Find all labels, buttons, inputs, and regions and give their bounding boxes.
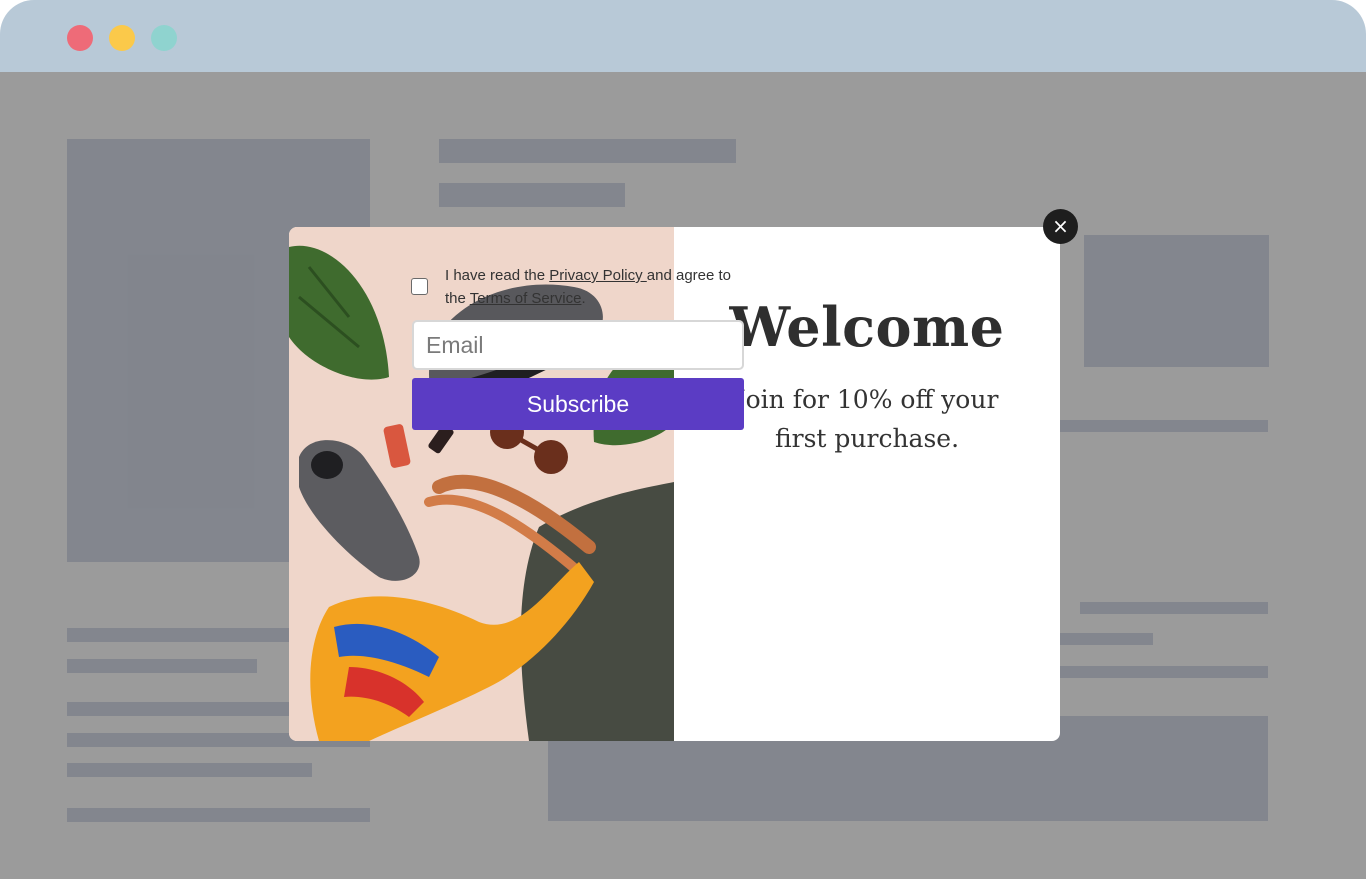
browser-title-bar — [0, 0, 1366, 72]
close-popup-button[interactable]: × — [1043, 209, 1078, 244]
consent-text: I have read the Privacy Policy and agree… — [445, 264, 755, 310]
terms-of-service-link[interactable]: Terms of Service — [470, 290, 582, 307]
consent-suffix: . — [581, 290, 586, 307]
window-minimize-dot[interactable] — [109, 25, 135, 51]
subtitle-line-1: Join for 10% off your — [735, 385, 999, 414]
window-maximize-dot[interactable] — [151, 25, 177, 51]
window-close-dot[interactable] — [67, 25, 93, 51]
subtitle-line-2: first purchase. — [774, 424, 960, 453]
email-field[interactable] — [412, 320, 744, 370]
consent-prefix: I have read the — [445, 267, 550, 284]
popup-subtitle: Join for 10% off your first purchase. — [714, 380, 1020, 458]
subscribe-button[interactable]: Subscribe — [412, 378, 744, 430]
consent-checkbox[interactable] — [411, 278, 428, 295]
privacy-policy-link[interactable]: Privacy Policy — [549, 267, 647, 284]
